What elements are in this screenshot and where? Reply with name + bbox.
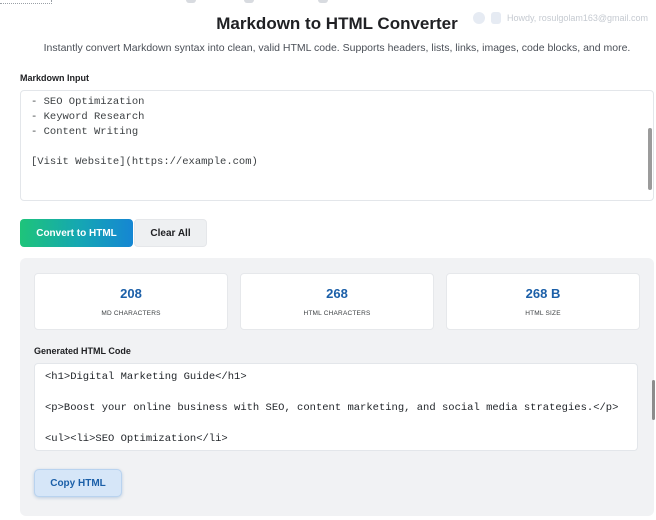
stat-label: HTML CHARACTERS — [303, 310, 371, 317]
html-output[interactable]: <h1>Digital Marketing Guide</h1> <p>Boos… — [34, 363, 638, 451]
top-strip — [0, 0, 656, 6]
stat-value: 268 B — [525, 286, 561, 301]
page-subtitle: Instantly convert Markdown syntax into c… — [43, 42, 631, 54]
stat-card-html-characters: 268 HTML CHARACTERS — [240, 273, 434, 330]
html-output-scrollbar[interactable] — [652, 380, 655, 420]
markdown-input-scrollbar[interactable] — [648, 128, 652, 190]
convert-button[interactable]: Convert to HTML — [20, 219, 133, 247]
markdown-input[interactable]: - SEO Optimization - Keyword Research - … — [20, 90, 654, 201]
stat-label: MD CHARACTERS — [101, 310, 161, 317]
admin-greeting[interactable]: Howdy, rosulgolam163@gmail.com — [507, 13, 648, 23]
stat-card-md-characters: 208 MD CHARACTERS — [34, 273, 228, 330]
stat-value: 268 — [326, 286, 348, 301]
clear-button[interactable]: Clear All — [134, 219, 207, 247]
user-icon — [490, 12, 501, 24]
selection-marker — [0, 0, 52, 4]
stat-card-html-size: 268 B HTML SIZE — [446, 273, 640, 330]
stat-label: HTML SIZE — [525, 310, 561, 317]
copy-html-button[interactable]: Copy HTML — [34, 469, 122, 497]
notification-icon[interactable] — [472, 12, 485, 24]
markdown-input-label: Markdown Input — [20, 73, 89, 83]
toolbar-stub — [318, 0, 328, 3]
stat-value: 208 — [120, 286, 142, 301]
toolbar-stub — [244, 0, 254, 3]
admin-bar[interactable]: Howdy, rosulgolam163@gmail.com — [472, 12, 648, 24]
html-output-label: Generated HTML Code — [34, 346, 131, 356]
toolbar-stub — [186, 0, 196, 3]
